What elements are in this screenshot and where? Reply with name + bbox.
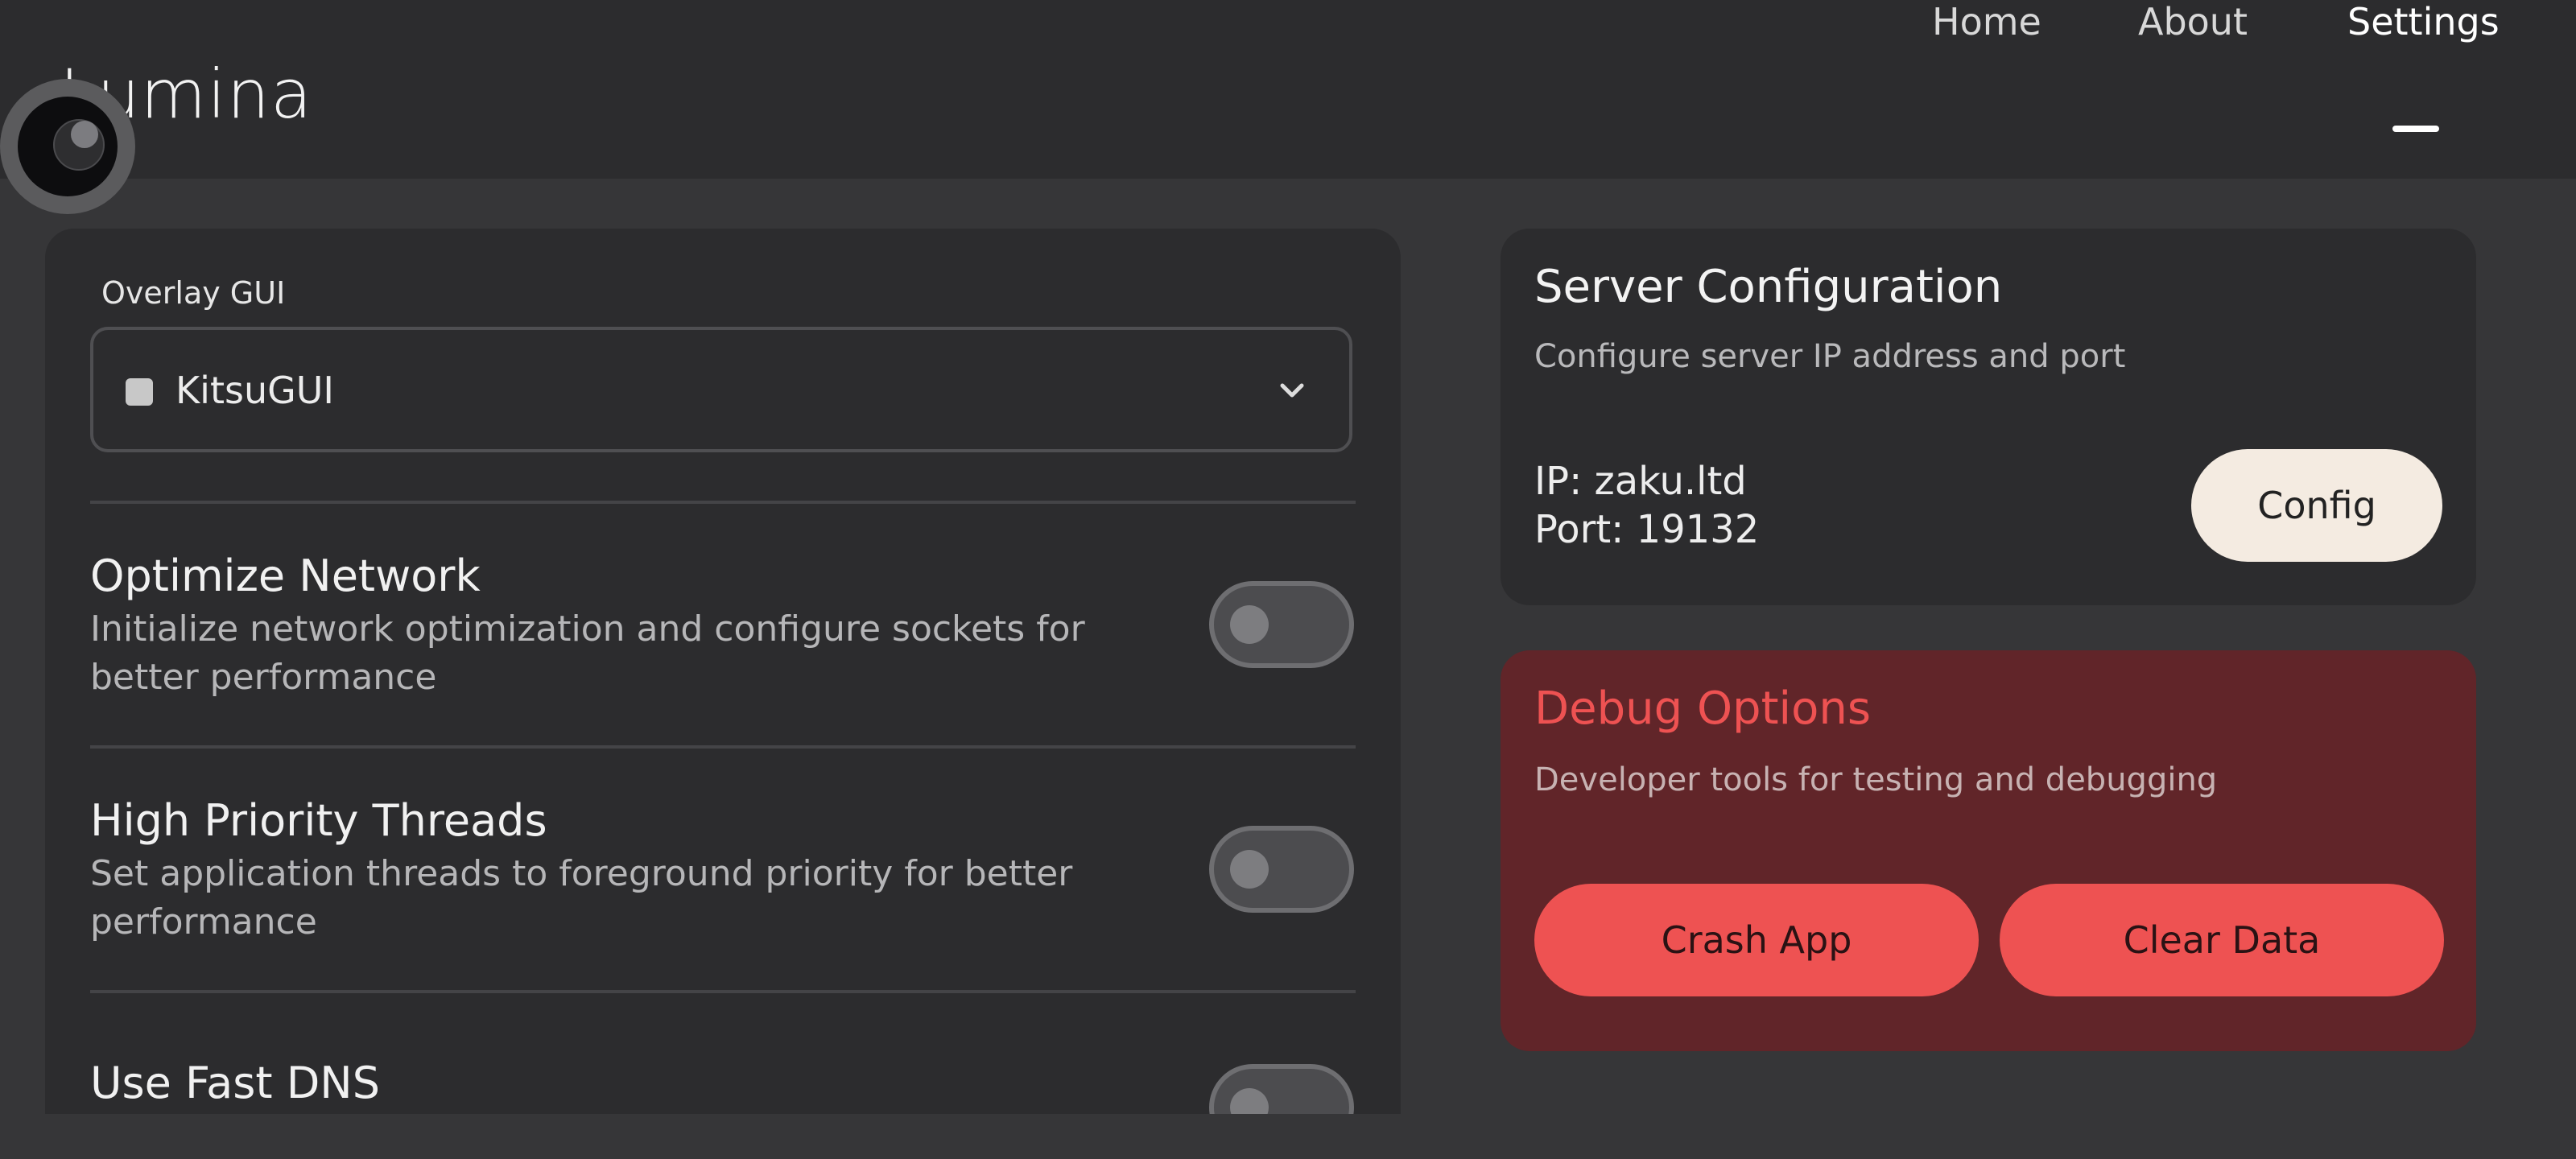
option-title-fast-dns: Use Fast DNS — [90, 1058, 380, 1108]
server-ip: IP: zaku.ltd — [1534, 459, 1747, 504]
config-button[interactable]: Config — [2191, 449, 2442, 562]
overlay-gui-label: Overlay GUI — [101, 275, 286, 311]
option-desc-high-priority-threads: Set application threads to foreground pr… — [90, 853, 1073, 942]
debug-options-subtitle: Developer tools for testing and debuggin… — [1534, 761, 2218, 798]
toggle-optimize-network[interactable] — [1209, 581, 1354, 668]
nav-active-indicator — [2392, 126, 2439, 132]
option-row-fast-dns-clip: Use Fast DNS — [45, 995, 1401, 1114]
overlay-swatch-icon — [126, 378, 153, 406]
option-title-optimize-network: Optimize Network — [90, 551, 481, 601]
clear-data-button[interactable]: Clear Data — [2000, 884, 2444, 996]
server-config-title: Server Configuration — [1534, 261, 2003, 313]
nav-home[interactable]: Home — [1932, 0, 2041, 43]
option-desc-optimize-network: Initialize network optimization and conf… — [90, 608, 1085, 698]
option-title-high-priority-threads: High Priority Threads — [90, 795, 547, 846]
chevron-down-icon — [1280, 383, 1304, 398]
overlay-gui-value: KitsuGUI — [175, 369, 334, 412]
toggle-fast-dns[interactable] — [1209, 1064, 1354, 1114]
server-config-card: Server Configuration Configure server IP… — [1501, 229, 2476, 605]
nav-about[interactable]: About — [2138, 0, 2248, 43]
lumina-logo-icon[interactable] — [0, 79, 135, 214]
nav-settings[interactable]: Settings — [2347, 0, 2500, 43]
server-port: Port: 19132 — [1534, 507, 1760, 552]
divider — [90, 990, 1356, 993]
overlay-gui-select[interactable]: KitsuGUI — [90, 327, 1352, 452]
debug-options-title: Debug Options — [1534, 683, 1872, 735]
server-config-subtitle: Configure server IP address and port — [1534, 338, 2126, 375]
crash-app-button[interactable]: Crash App — [1534, 884, 1979, 996]
divider — [90, 745, 1356, 749]
toggle-high-priority-threads[interactable] — [1209, 826, 1354, 913]
divider — [90, 501, 1356, 504]
debug-options-card: Debug Options Developer tools for testin… — [1501, 650, 2476, 1051]
